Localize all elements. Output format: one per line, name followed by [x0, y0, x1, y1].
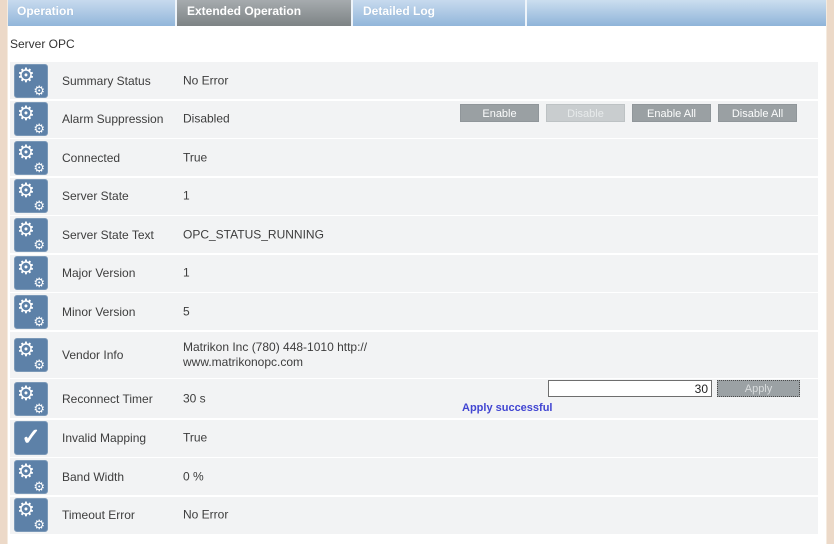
row-value: Matrikon Inc (780) 448-1010 http:// www.… — [183, 340, 367, 370]
gears-icon[interactable] — [14, 102, 48, 136]
table-row: Major Version1 — [10, 255, 818, 292]
tab-operation[interactable]: Operation — [7, 0, 177, 26]
disable-button: Disable — [546, 104, 625, 122]
gears-icon[interactable] — [14, 256, 48, 290]
window-border-left — [0, 0, 8, 544]
enable-all-button[interactable]: Enable All — [632, 104, 711, 122]
tab-bar: OperationExtended OperationDetailed Log — [7, 0, 827, 26]
gears-icon[interactable] — [14, 64, 48, 98]
row-value: 0 % — [183, 469, 204, 484]
content-panel: Server OPC Summary StatusNo ErrorAlarm S… — [7, 26, 827, 544]
gears-icon[interactable] — [14, 218, 48, 252]
apply-button[interactable]: Apply — [717, 380, 800, 397]
table-row: Alarm SuppressionDisabledEnableDisableEn… — [10, 101, 818, 138]
window-border-right — [826, 0, 834, 544]
enable-button[interactable]: Enable — [460, 104, 539, 122]
reconnect-timer-input[interactable] — [548, 380, 712, 397]
table-row: Band Width0 % — [10, 458, 818, 495]
checkmark-icon[interactable] — [14, 421, 48, 455]
table-row: Invalid MappingTrue — [10, 420, 818, 457]
row-label: Minor Version — [62, 305, 184, 319]
row-value: 5 — [183, 304, 190, 319]
tab-detailed-log[interactable]: Detailed Log — [353, 0, 527, 26]
row-value: True — [183, 431, 207, 446]
table-row: Reconnect Timer30 s Apply Apply successful — [10, 379, 818, 418]
gears-icon[interactable] — [14, 179, 48, 213]
row-label: Server State Text — [62, 228, 184, 242]
table-row: Minor Version5 — [10, 293, 818, 330]
row-label: Invalid Mapping — [62, 431, 184, 445]
tab-extended-operation[interactable]: Extended Operation — [177, 0, 353, 26]
gears-icon[interactable] — [14, 498, 48, 532]
gears-icon[interactable] — [14, 141, 48, 175]
row-value: True — [183, 150, 207, 165]
row-value: No Error — [183, 73, 228, 88]
page-title: Server OPC — [10, 37, 75, 51]
table-row: Summary StatusNo Error — [10, 62, 818, 99]
row-label: Server State — [62, 189, 184, 203]
disable-all-button[interactable]: Disable All — [718, 104, 797, 122]
gears-icon[interactable] — [14, 338, 48, 372]
row-value: 1 — [183, 266, 190, 281]
table-row: Vendor InfoMatrikon Inc (780) 448-1010 h… — [10, 332, 818, 378]
table-row: Server State1 — [10, 178, 818, 215]
row-value: Disabled — [183, 112, 230, 127]
alarm-suppression-buttons: Enable Disable Enable All Disable All — [453, 104, 797, 122]
row-label: Summary Status — [62, 74, 184, 88]
table-row: Timeout ErrorNo Error — [10, 497, 818, 534]
row-value: 30 s — [183, 391, 206, 406]
row-label: Alarm Suppression — [62, 112, 184, 126]
row-label: Band Width — [62, 470, 184, 484]
row-label: Connected — [62, 151, 184, 165]
row-label: Major Version — [62, 266, 184, 280]
gears-icon[interactable] — [14, 382, 48, 416]
table-row: Server State TextOPC_STATUS_RUNNING — [10, 216, 818, 253]
table-row: ConnectedTrue — [10, 139, 818, 176]
row-value: 1 — [183, 189, 190, 204]
row-list: Summary StatusNo ErrorAlarm SuppressionD… — [10, 62, 818, 535]
row-label: Vendor Info — [62, 348, 184, 362]
row-label: Timeout Error — [62, 508, 184, 522]
row-value: No Error — [183, 508, 228, 523]
row-label: Reconnect Timer — [62, 392, 184, 406]
gears-icon[interactable] — [14, 460, 48, 494]
gears-icon[interactable] — [14, 295, 48, 329]
row-value: OPC_STATUS_RUNNING — [183, 227, 324, 242]
apply-status-text: Apply successful — [462, 402, 552, 414]
